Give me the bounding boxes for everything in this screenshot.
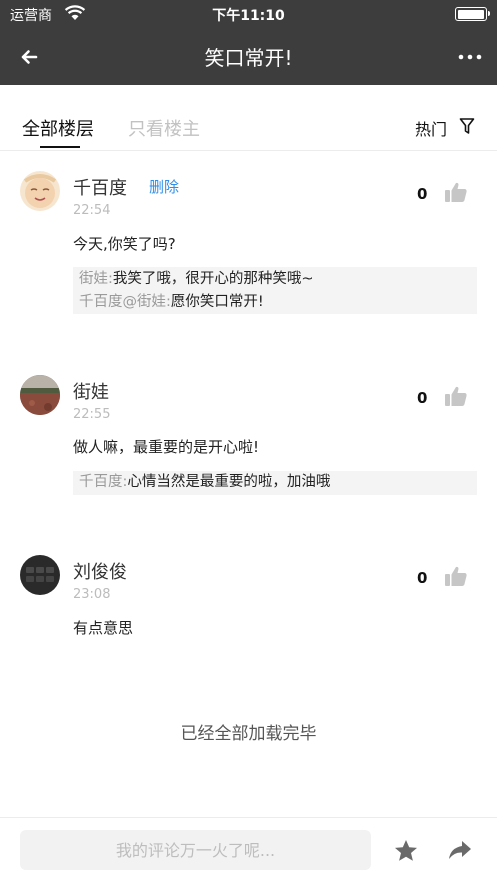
- reply-box[interactable]: 千百度:心情当然是最重要的啦，加油哦: [73, 471, 477, 495]
- comment-item: 刘俊俊 23:08 0 有点意思: [0, 555, 497, 645]
- status-bar: 运营商 下午11:10: [0, 0, 497, 28]
- comment-time: 22:54: [73, 203, 111, 218]
- battery-icon: [455, 7, 490, 21]
- comment-author[interactable]: 千百度: [73, 174, 127, 200]
- share-icon[interactable]: [447, 838, 473, 862]
- like-count: 0: [417, 389, 428, 407]
- thumbs-up-icon[interactable]: [444, 181, 468, 203]
- comment-text: 今天,你笑了吗?: [73, 235, 176, 253]
- reply-line: 千百度:心情当然是最重要的啦，加油哦: [79, 471, 471, 494]
- comment-input[interactable]: [20, 830, 371, 870]
- tab-owner-only[interactable]: 只看楼主: [128, 115, 200, 141]
- star-icon[interactable]: [393, 838, 419, 864]
- comment-item: 千百度 删除 22:54 0 今天,你笑了吗? 街娃:我笑了哦，很开心的那种笑哦…: [0, 171, 497, 321]
- nav-bar: 笑口常开!: [0, 28, 497, 85]
- reply-text: 我笑了哦，很开心的那种笑哦~: [112, 271, 314, 287]
- reply-author[interactable]: 千百度@街娃:: [79, 294, 171, 310]
- reply-line: 千百度@街娃:愿你笑口常开!: [79, 291, 471, 314]
- comment-author[interactable]: 刘俊俊: [73, 558, 127, 584]
- comment-time: 23:08: [73, 587, 111, 602]
- more-icon[interactable]: [455, 42, 485, 72]
- comment-time: 22:55: [73, 407, 111, 422]
- avatar[interactable]: [20, 171, 60, 211]
- floor-tabs: 全部楼层 只看楼主 热门: [0, 85, 497, 151]
- tab-active-indicator: [40, 146, 80, 148]
- avatar-image: [20, 375, 60, 415]
- reply-text: 愿你笑口常开!: [170, 294, 264, 310]
- sort-hot-button[interactable]: 热门: [415, 116, 447, 140]
- reply-author[interactable]: 千百度:: [79, 474, 127, 490]
- delete-button[interactable]: 删除: [149, 176, 179, 197]
- comment-text: 做人嘛，最重要的是开心啦!: [73, 438, 260, 456]
- bottom-bar: [0, 817, 497, 883]
- thumbs-up-icon[interactable]: [444, 385, 468, 407]
- avatar[interactable]: [20, 375, 60, 415]
- avatar[interactable]: [20, 555, 60, 595]
- comment-text: 有点意思: [73, 619, 134, 637]
- like-count: 0: [417, 569, 428, 587]
- filter-icon[interactable]: [459, 117, 475, 135]
- like-count: 0: [417, 185, 428, 203]
- reply-text: 心情当然是最重要的啦，加油哦: [127, 474, 331, 490]
- comment-author[interactable]: 街娃: [73, 378, 109, 404]
- page-title: 笑口常开!: [204, 46, 293, 70]
- avatar-image: [20, 555, 60, 595]
- reply-box[interactable]: 街娃:我笑了哦，很开心的那种笑哦~ 千百度@街娃:愿你笑口常开!: [73, 267, 477, 314]
- reply-line: 街娃:我笑了哦，很开心的那种笑哦~: [79, 268, 471, 291]
- reply-author[interactable]: 街娃:: [79, 271, 113, 287]
- load-complete-note: 已经全部加载完毕: [180, 724, 317, 744]
- tab-all-floors[interactable]: 全部楼层: [22, 115, 94, 141]
- status-time: 下午11:10: [212, 8, 285, 24]
- comment-item: 街娃 22:55 0 做人嘛，最重要的是开心啦! 千百度:心情当然是最重要的啦，…: [0, 375, 497, 505]
- avatar-image: [20, 171, 60, 211]
- thumbs-up-icon[interactable]: [444, 565, 468, 587]
